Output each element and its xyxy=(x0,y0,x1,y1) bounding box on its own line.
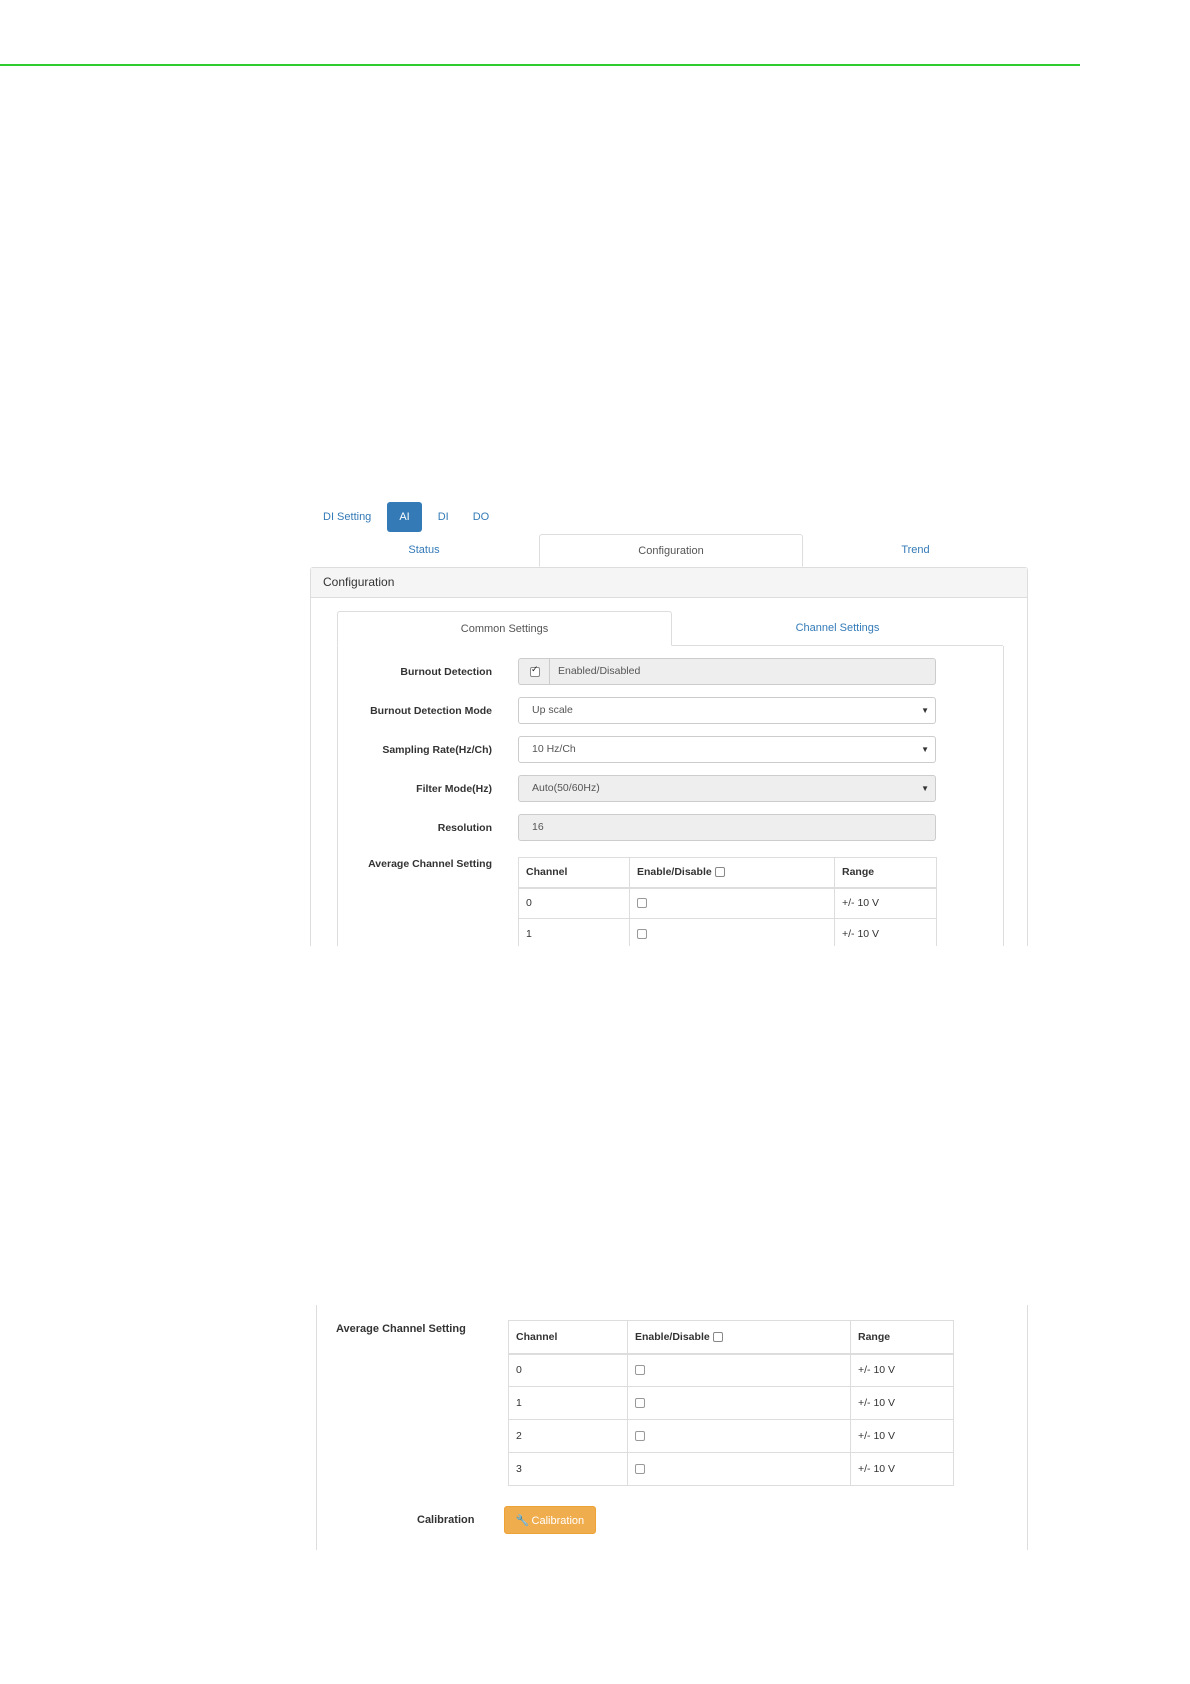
pill-do[interactable]: DO xyxy=(461,502,502,532)
resolution-label: Resolution xyxy=(437,822,492,834)
header-enable-disable: Enable/Disable xyxy=(627,1320,851,1355)
select-all-checkbox[interactable] xyxy=(712,1331,723,1342)
pill-di[interactable]: DI xyxy=(426,502,461,532)
table-row: 2 +/- 10 V xyxy=(508,1419,954,1453)
range-cell: +/- 10 V xyxy=(834,887,937,919)
main-tabs: Status Configuration Trend xyxy=(310,534,1028,567)
common-settings-pane: Burnout Detection Enabled/Disabled Burno… xyxy=(337,646,1004,946)
header-enable-disable-label: Enable/Disable xyxy=(637,866,712,879)
top-rule xyxy=(0,64,1080,66)
filter-mode-label: Filter Mode(Hz) xyxy=(416,783,492,795)
table-row: 0 +/- 10 V xyxy=(508,1353,954,1387)
configuration-panel: Configuration Common Settings Channel Se… xyxy=(310,567,1028,946)
range-cell: +/- 10 V xyxy=(834,918,937,946)
channel-cell: 1 xyxy=(518,918,630,946)
channel-table: Channel Enable/Disable Range 0 +/- 10 V … xyxy=(508,1320,954,1486)
tab-channel-settings[interactable]: Channel Settings xyxy=(672,611,1003,645)
table-header-row: Channel Enable/Disable Range xyxy=(518,857,937,889)
caret-down-icon: ▼ xyxy=(921,745,929,754)
table-row: 1 +/- 10 V xyxy=(518,918,937,946)
channel-enable-checkbox[interactable] xyxy=(635,1464,645,1475)
enable-cell xyxy=(627,1419,851,1453)
burnout-mode-select[interactable]: Up scale ▼ xyxy=(518,697,936,724)
enable-cell xyxy=(629,887,835,919)
burnout-checkbox-addon xyxy=(518,658,550,685)
sampling-rate-select[interactable]: 10 Hz/Ch ▼ xyxy=(518,736,936,763)
table-row: 1 +/- 10 V xyxy=(508,1386,954,1420)
select-all-checkbox[interactable] xyxy=(714,867,725,878)
right-border xyxy=(1027,1305,1028,1550)
filter-mode-row: Filter Mode(Hz) Auto(50/60Hz) ▼ xyxy=(338,775,938,803)
enable-cell xyxy=(627,1353,851,1387)
burnout-mode-row: Burnout Detection Mode Up scale ▼ xyxy=(338,697,938,725)
burnout-mode-value: Up scale xyxy=(532,704,573,716)
calibration-button[interactable]: 🔧 Calibration xyxy=(504,1506,596,1534)
panel-title: Configuration xyxy=(311,568,1027,598)
channel-enable-checkbox[interactable] xyxy=(635,1431,645,1442)
channel-cell: 0 xyxy=(508,1353,628,1387)
channel-cell: 2 xyxy=(508,1419,628,1453)
caret-down-icon: ▼ xyxy=(921,784,929,793)
channel-enable-checkbox[interactable] xyxy=(637,898,647,909)
tab-common-settings[interactable]: Common Settings xyxy=(337,611,672,646)
module-pills: DI Setting AI DI DO xyxy=(310,500,501,534)
header-range: Range xyxy=(850,1320,954,1355)
range-cell: +/- 10 V xyxy=(850,1419,954,1453)
channel-enable-checkbox[interactable] xyxy=(635,1398,645,1409)
burnout-mode-label: Burnout Detection Mode xyxy=(370,705,492,717)
burnout-detection-checkbox[interactable] xyxy=(530,664,540,677)
average-channel-label: Average Channel Setting xyxy=(368,858,492,870)
sampling-rate-row: Sampling Rate(Hz/Ch) 10 Hz/Ch ▼ xyxy=(338,736,938,764)
settings-subtabs: Common Settings Channel Settings xyxy=(337,611,1003,646)
header-channel: Channel xyxy=(508,1320,628,1355)
tab-trend[interactable]: Trend xyxy=(803,534,1028,567)
filter-mode-value: Auto(50/60Hz) xyxy=(532,782,600,794)
range-cell: +/- 10 V xyxy=(850,1386,954,1420)
header-channel: Channel xyxy=(518,857,630,889)
sampling-rate-value: 10 Hz/Ch xyxy=(532,743,576,755)
burnout-detection-row: Burnout Detection Enabled/Disabled xyxy=(338,658,938,686)
table-row: 3 +/- 10 V xyxy=(508,1452,954,1486)
pill-di-setting[interactable]: DI Setting xyxy=(310,502,383,532)
left-border xyxy=(316,1305,317,1550)
calibration-button-label: Calibration xyxy=(531,1515,585,1527)
range-cell: +/- 10 V xyxy=(850,1452,954,1486)
channel-table: Channel Enable/Disable Range 0 +/- 10 V … xyxy=(518,857,937,946)
resolution-field: 16 xyxy=(518,814,936,841)
channel-cell: 3 xyxy=(508,1452,628,1486)
channel-cell: 1 xyxy=(508,1386,628,1420)
sampling-rate-label: Sampling Rate(Hz/Ch) xyxy=(382,744,492,756)
config-screenshot: DI Setting AI DI DO Status Configuration… xyxy=(310,500,1028,946)
channel-enable-checkbox[interactable] xyxy=(637,929,647,940)
burnout-detection-field: Enabled/Disabled xyxy=(549,658,936,685)
range-cell: +/- 10 V xyxy=(850,1353,954,1387)
header-enable-disable-label: Enable/Disable xyxy=(635,1330,710,1343)
wrench-icon: 🔧 xyxy=(515,1515,530,1527)
table-header-row: Channel Enable/Disable Range xyxy=(508,1320,954,1355)
enable-cell xyxy=(627,1452,851,1486)
pill-ai[interactable]: AI xyxy=(387,502,422,532)
calibration-label: Calibration xyxy=(417,1514,475,1526)
average-channel-label: Average Channel Setting xyxy=(336,1323,466,1335)
tab-status[interactable]: Status xyxy=(310,534,538,567)
filter-mode-select[interactable]: Auto(50/60Hz) ▼ xyxy=(518,775,936,802)
burnout-detection-label: Burnout Detection xyxy=(400,666,492,678)
enable-cell xyxy=(627,1386,851,1420)
tab-configuration[interactable]: Configuration xyxy=(539,534,803,567)
header-enable-disable: Enable/Disable xyxy=(629,857,835,889)
channel-settings-screenshot: Average Channel Setting Channel Enable/D… xyxy=(316,1305,1028,1550)
header-range: Range xyxy=(834,857,937,889)
table-row: 0 +/- 10 V xyxy=(518,887,937,919)
caret-down-icon: ▼ xyxy=(921,706,929,715)
enable-cell xyxy=(629,918,835,946)
channel-cell: 0 xyxy=(518,887,630,919)
resolution-row: Resolution 16 xyxy=(338,814,938,842)
channel-enable-checkbox[interactable] xyxy=(635,1365,645,1376)
